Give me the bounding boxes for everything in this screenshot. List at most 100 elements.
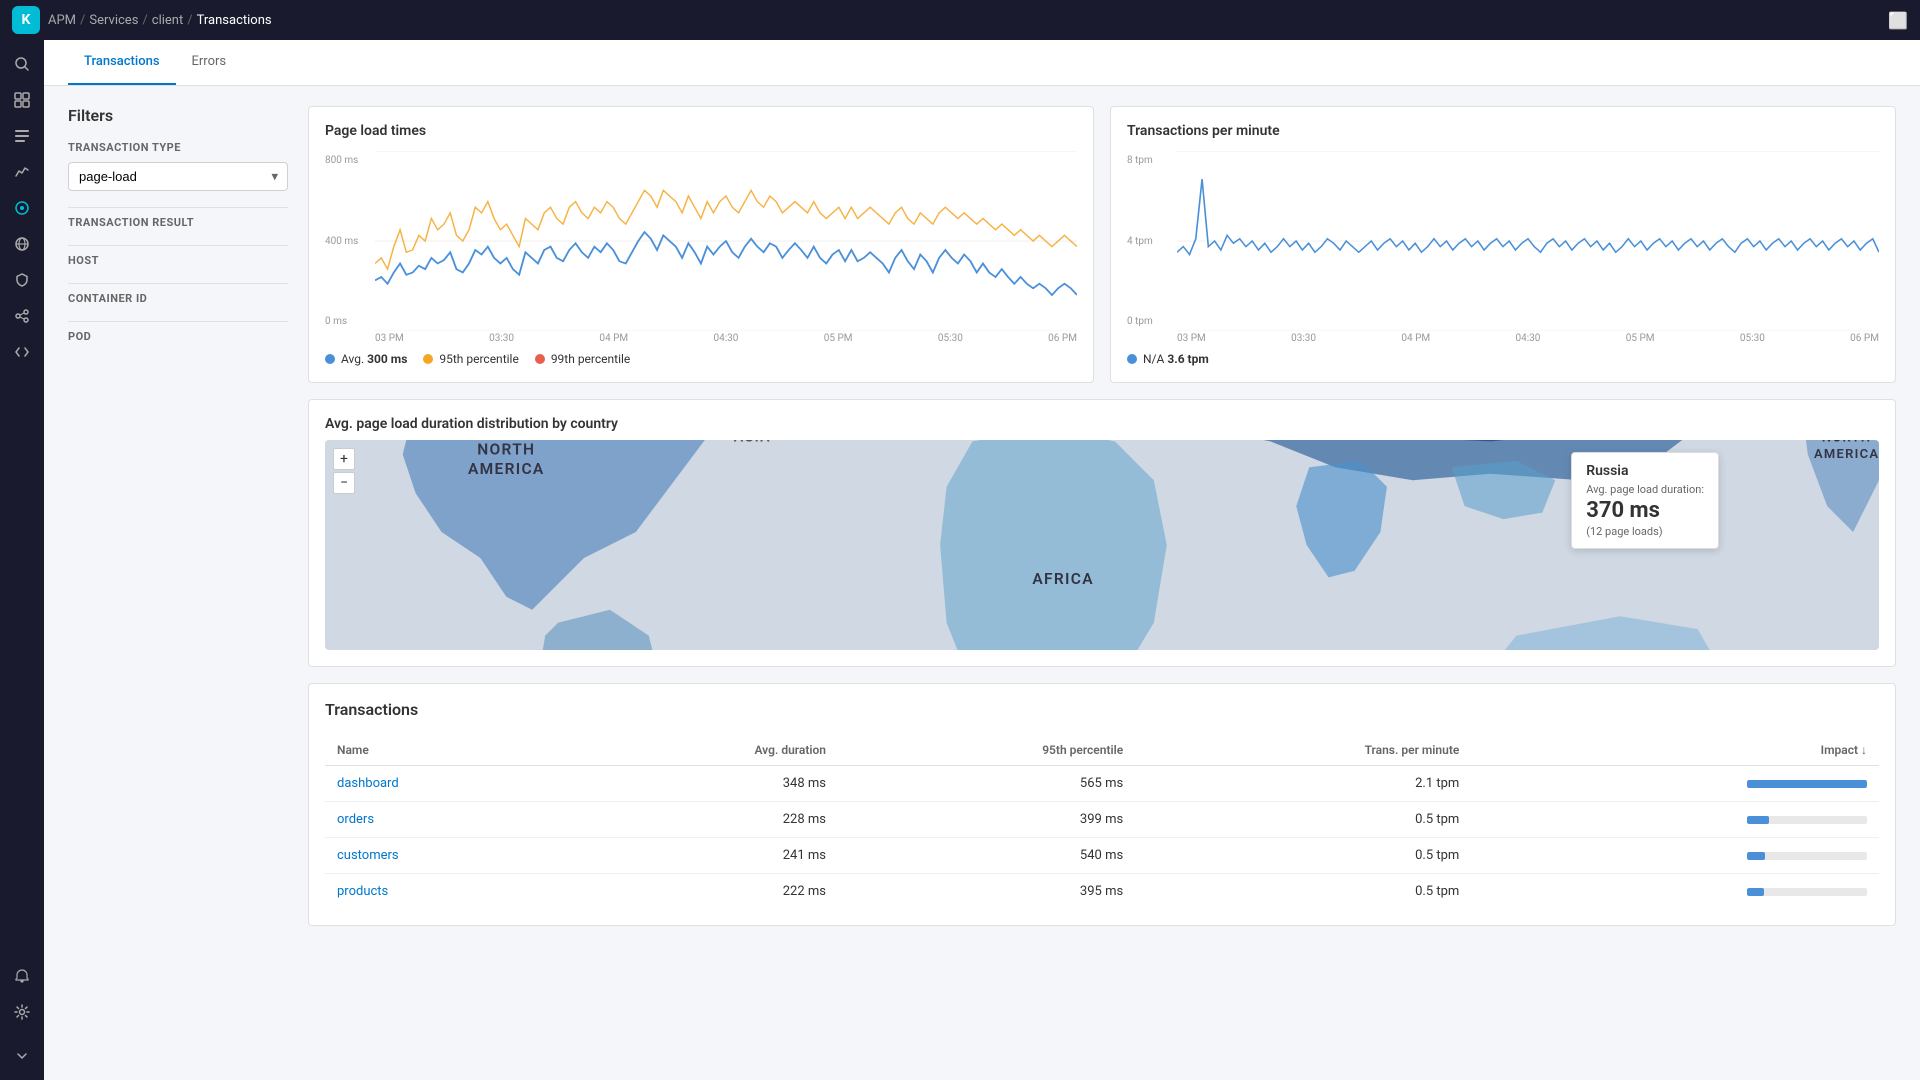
- cell-avg: 228 ms: [568, 802, 838, 838]
- cell-avg: 241 ms: [568, 838, 838, 874]
- cell-impact: [1471, 802, 1879, 838]
- window-icon[interactable]: ⬜: [1888, 11, 1908, 30]
- col-p95[interactable]: 95th percentile: [838, 735, 1135, 766]
- sidebar-item-dev[interactable]: [6, 336, 38, 368]
- cell-impact: [1471, 766, 1879, 802]
- page-load-legend: Avg. 300 ms 95th percentile 99th percent…: [325, 352, 1077, 366]
- sidebar-item-alerts[interactable]: [6, 960, 38, 992]
- p95-legend-dot: [423, 354, 433, 364]
- tpm-chart-title: Transactions per minute: [1127, 123, 1879, 139]
- sidebar-item-metrics[interactable]: [6, 156, 38, 188]
- tpm-chart-area: 8 tpm 4 tpm 0 tpm: [1127, 151, 1879, 331]
- table-header-row: Name Avg. duration 95th percentile Trans…: [325, 735, 1879, 766]
- cell-name[interactable]: orders: [325, 802, 568, 838]
- logo[interactable]: K: [12, 6, 40, 34]
- divider-2: [68, 245, 288, 246]
- tpm-chart-inner: [1177, 151, 1879, 331]
- breadcrumb: APM / Services / client / Transactions: [48, 13, 272, 28]
- sidebar-item-ml[interactable]: [6, 300, 38, 332]
- filter-transaction-result: TRANSACTION RESULT: [68, 216, 288, 229]
- map-controls: + −: [333, 448, 355, 494]
- filter-container-id: CONTAINER ID: [68, 292, 288, 305]
- tab-transactions[interactable]: Transactions: [68, 40, 176, 85]
- transaction-type-select[interactable]: page-load request custom: [68, 162, 288, 191]
- cell-name[interactable]: customers: [325, 838, 568, 874]
- page-load-y-labels: 800 ms 400 ms 0 ms: [325, 151, 375, 331]
- cell-tpm: 0.5 tpm: [1135, 802, 1471, 838]
- filter-pod: POD: [68, 330, 288, 343]
- cell-p95: 565 ms: [838, 766, 1135, 802]
- svg-text:AMERICA: AMERICA: [1814, 447, 1879, 462]
- breadcrumb-transactions: Transactions: [197, 13, 272, 28]
- col-avg-duration[interactable]: Avg. duration: [568, 735, 838, 766]
- sidebar: [0, 40, 44, 1080]
- divider-1: [68, 207, 288, 208]
- p95-legend-label: 95th percentile: [439, 352, 518, 366]
- col-impact[interactable]: Impact ↓: [1471, 735, 1879, 766]
- map-zoom-out[interactable]: −: [333, 472, 355, 494]
- breadcrumb-services[interactable]: Services: [89, 13, 138, 28]
- map-area[interactable]: NORTH AMERICA SOUTH EUROPE AFRICA ASIA A…: [325, 440, 1879, 650]
- svg-text:AMERICA: AMERICA: [468, 460, 545, 478]
- svg-text:NORTH: NORTH: [477, 440, 535, 458]
- content-area: Filters TRANSACTION TYPE page-load reque…: [44, 86, 1920, 1080]
- svg-text:ASIA: ASIA: [734, 440, 771, 445]
- cell-tpm: 0.5 tpm: [1135, 874, 1471, 910]
- tab-errors[interactable]: Errors: [176, 40, 243, 85]
- divider-4: [68, 321, 288, 322]
- sidebar-item-dashboard[interactable]: [6, 84, 38, 116]
- p99-legend-dot: [535, 354, 545, 364]
- charts-area: Page load times 800 ms 400 ms 0 ms: [308, 106, 1896, 926]
- table-row: dashboard 348 ms 565 ms 2.1 tpm: [325, 766, 1879, 802]
- cell-p95: 395 ms: [838, 874, 1135, 910]
- cell-name[interactable]: products: [325, 874, 568, 910]
- filter-type-label: TRANSACTION TYPE: [68, 141, 288, 154]
- col-name[interactable]: Name: [325, 735, 568, 766]
- page-load-chart-area: 800 ms 400 ms 0 ms: [325, 151, 1077, 331]
- cell-tpm: 2.1 tpm: [1135, 766, 1471, 802]
- sidebar-item-apm[interactable]: [6, 192, 38, 224]
- main-content: Transactions Errors Filters TRANSACTION …: [44, 40, 1920, 1080]
- filters-title: Filters: [68, 106, 288, 125]
- sidebar-item-globe[interactable]: [6, 228, 38, 260]
- tooltip-country: Russia: [1586, 463, 1704, 479]
- top-navigation: K APM / Services / client / Transactions…: [0, 0, 1920, 40]
- tpm-y-labels: 8 tpm 4 tpm 0 tpm: [1127, 151, 1177, 331]
- tooltip-value: 370 ms: [1586, 498, 1704, 523]
- page-load-x-labels: 03 PM 03:30 04 PM 04:30 05 PM 05:30 06 P…: [325, 333, 1077, 344]
- cell-tpm: 0.5 tpm: [1135, 838, 1471, 874]
- tpm-x-labels: 03 PM 03:30 04 PM 04:30 05 PM 05:30 06 P…: [1127, 333, 1879, 344]
- sidebar-item-search[interactable]: [6, 48, 38, 80]
- sidebar-item-collapse[interactable]: [6, 1040, 38, 1072]
- breadcrumb-apm[interactable]: APM: [48, 13, 76, 28]
- col-tpm[interactable]: Trans. per minute: [1135, 735, 1471, 766]
- cell-name[interactable]: dashboard: [325, 766, 568, 802]
- filter-pod-label: POD: [68, 330, 288, 343]
- map-tooltip: Russia Avg. page load duration: 370 ms (…: [1571, 452, 1719, 549]
- sidebar-item-logs[interactable]: [6, 120, 38, 152]
- breadcrumb-client[interactable]: client: [152, 13, 183, 28]
- table-row: products 222 ms 395 ms 0.5 tpm: [325, 874, 1879, 910]
- cell-impact: [1471, 874, 1879, 910]
- filter-host-label: HOST: [68, 254, 288, 267]
- tpm-legend: N/A 3.6 tpm: [1127, 352, 1879, 366]
- cell-p95: 399 ms: [838, 802, 1135, 838]
- nav-right: ⬜: [1888, 11, 1908, 30]
- transactions-table-title: Transactions: [325, 700, 1879, 719]
- tpm-legend-label: N/A 3.6 tpm: [1143, 352, 1209, 366]
- charts-row-top: Page load times 800 ms 400 ms 0 ms: [308, 106, 1896, 383]
- sidebar-item-settings[interactable]: [6, 996, 38, 1028]
- page-load-chart-title: Page load times: [325, 123, 1077, 139]
- transactions-table: Name Avg. duration 95th percentile Trans…: [325, 735, 1879, 909]
- filter-result-label: TRANSACTION RESULT: [68, 216, 288, 229]
- map-card: Avg. page load duration distribution by …: [308, 399, 1896, 667]
- sidebar-item-shield[interactable]: [6, 264, 38, 296]
- filter-container-label: CONTAINER ID: [68, 292, 288, 305]
- filter-transaction-type: TRANSACTION TYPE page-load request custo…: [68, 141, 288, 191]
- avg-legend-dot: [325, 354, 335, 364]
- tpm-legend-dot: [1127, 354, 1137, 364]
- map-zoom-in[interactable]: +: [333, 448, 355, 470]
- filters-panel: Filters TRANSACTION TYPE page-load reque…: [68, 106, 288, 926]
- divider-3: [68, 283, 288, 284]
- map-title: Avg. page load duration distribution by …: [325, 416, 1879, 432]
